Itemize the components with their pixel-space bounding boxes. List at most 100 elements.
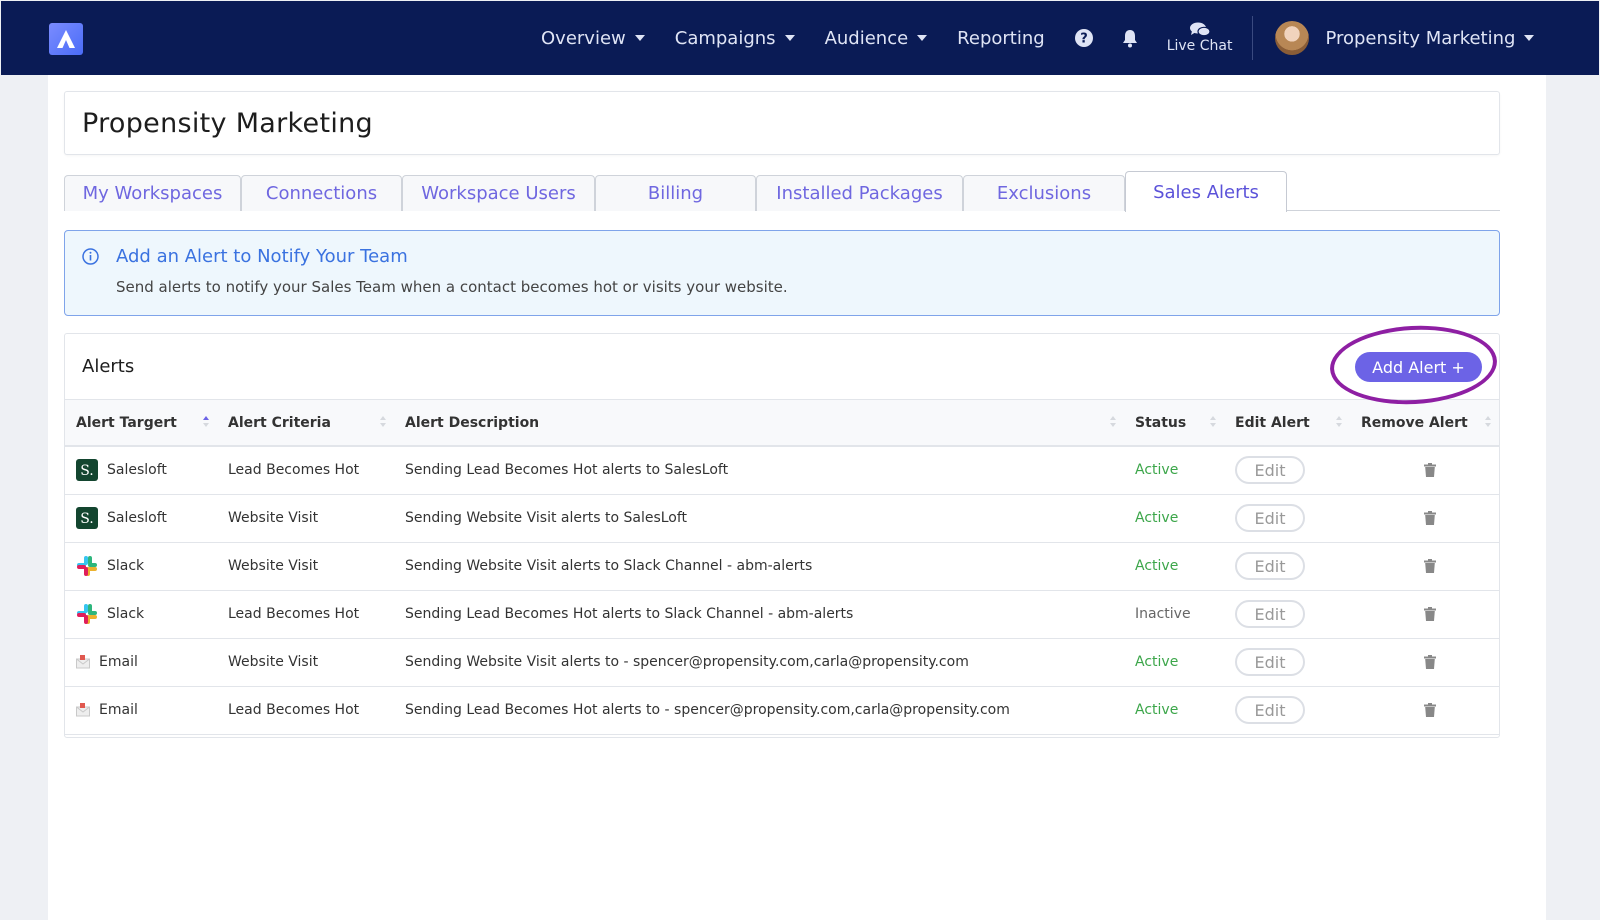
chevron-down-icon: [1524, 35, 1535, 41]
chat-bubbles-icon: [1189, 22, 1211, 37]
column-header-edit[interactable]: Edit Alert: [1224, 400, 1350, 446]
sort-icon: [1485, 416, 1491, 428]
alerts-title: Alerts: [82, 356, 135, 377]
notifications-button[interactable]: [1121, 29, 1139, 48]
cell-target: Email: [65, 686, 217, 734]
cell-target: S. Salesloft: [65, 446, 217, 494]
info-title: Add an Alert to Notify Your Team: [116, 246, 408, 267]
sort-icon: [1336, 416, 1342, 428]
cell-remove: [1350, 590, 1499, 638]
user-menu[interactable]: Propensity Marketing: [1325, 27, 1535, 49]
column-header-target[interactable]: Alert Targert: [65, 400, 217, 446]
live-chat-label: Live Chat: [1166, 38, 1233, 54]
cell-remove: [1350, 542, 1499, 590]
target-label: Email: [99, 702, 138, 718]
svg-text:S.: S.: [80, 511, 94, 527]
app-logo[interactable]: [49, 23, 83, 55]
cell-target: Email: [65, 638, 217, 686]
salesloft-icon: S.: [76, 459, 98, 482]
column-header-label: Alert Description: [405, 414, 540, 431]
cell-description: Sending Website Visit alerts to - spence…: [405, 654, 969, 670]
column-header-label: Status: [1135, 414, 1187, 431]
tab-sales-alerts[interactable]: Sales Alerts: [1125, 171, 1287, 212]
nav-overview-label: Overview: [541, 27, 626, 49]
column-header-description[interactable]: Alert Description: [394, 400, 1124, 446]
alerts-table: Alert Targert Alert Criteria Alert Descr…: [65, 400, 1499, 735]
column-header-label: Alert Targert: [76, 414, 177, 431]
bell-icon: [1122, 29, 1137, 47]
table-header-row: Alert Targert Alert Criteria Alert Descr…: [65, 400, 1499, 446]
cell-target: Slack: [65, 542, 217, 590]
tab-connections[interactable]: Connections: [241, 175, 402, 211]
page-content: Propensity Marketing My Workspaces Conne…: [48, 75, 1546, 920]
column-header-label: Edit Alert: [1235, 414, 1310, 431]
cell-description: Sending Lead Becomes Hot alerts to Sales…: [405, 462, 729, 479]
cell-description: Sending Website Visit alerts to SalesLof…: [405, 510, 688, 526]
tab-billing[interactable]: Billing: [595, 175, 756, 211]
column-header-remove[interactable]: Remove Alert: [1350, 400, 1499, 446]
edit-alert-button[interactable]: Edit: [1235, 552, 1305, 580]
alerts-header: Alerts Add Alert +: [65, 321, 1499, 409]
cell-edit: Edit: [1224, 446, 1350, 494]
cell-criteria: Lead Becomes Hot: [228, 606, 360, 622]
add-alert-button[interactable]: Add Alert +: [1355, 352, 1482, 382]
trash-icon: [1424, 559, 1436, 573]
column-header-status[interactable]: Status: [1124, 400, 1224, 446]
user-avatar[interactable]: [1275, 21, 1310, 55]
logo-a-icon: [57, 30, 75, 48]
edit-alert-button[interactable]: Edit: [1235, 648, 1305, 676]
nav-overview[interactable]: Overview: [541, 28, 645, 49]
email-icon: [76, 703, 90, 717]
column-header-label: Remove Alert: [1361, 414, 1468, 431]
cell-criteria: Lead Becomes Hot: [228, 702, 360, 718]
live-chat-button[interactable]: Live Chat: [1166, 22, 1233, 54]
cell-edit: Edit: [1224, 638, 1350, 686]
nav-audience[interactable]: Audience: [825, 28, 928, 49]
status-badge: Active: [1135, 654, 1179, 670]
slack-icon: [76, 555, 98, 577]
remove-alert-button[interactable]: [1361, 607, 1499, 621]
svg-text:S.: S.: [80, 463, 94, 479]
user-name-label: Propensity Marketing: [1325, 27, 1516, 49]
cell-remove: [1350, 446, 1499, 494]
help-button[interactable]: ?: [1074, 29, 1093, 47]
edit-alert-button[interactable]: Edit: [1235, 456, 1305, 485]
remove-alert-button[interactable]: [1361, 655, 1499, 669]
remove-alert-button[interactable]: [1361, 463, 1499, 478]
table-row: Slack Lead Becomes Hot Sending Lead Beco…: [65, 590, 1499, 638]
table-row: Email Lead Becomes Hot Sending Lead Beco…: [65, 686, 1499, 734]
table-row: S. Salesloft Lead Becomes Hot Sending Le…: [65, 446, 1499, 494]
email-icon: [76, 655, 90, 669]
cell-target: S. Salesloft: [65, 494, 217, 542]
sort-icon: [1110, 416, 1116, 428]
tab-workspace-users[interactable]: Workspace Users: [402, 175, 595, 211]
status-badge: Active: [1135, 510, 1179, 526]
nav-reporting[interactable]: Reporting: [957, 28, 1045, 49]
table-row: Email Website Visit Sending Website Visi…: [65, 638, 1499, 686]
top-navbar: Overview Campaigns Audience Reporting ?: [1, 1, 1599, 75]
edit-alert-button[interactable]: Edit: [1235, 600, 1305, 628]
cell-criteria: Lead Becomes Hot: [228, 462, 360, 479]
edit-alert-button[interactable]: Edit: [1235, 696, 1305, 724]
tab-installed-packages[interactable]: Installed Packages: [756, 175, 963, 211]
alerts-card: Alerts Add Alert + Alert Targert Alert C…: [64, 321, 1500, 738]
cell-edit: Edit: [1224, 590, 1350, 638]
cell-description: Sending Lead Becomes Hot alerts to Slack…: [405, 606, 854, 622]
cell-criteria: Website Visit: [228, 654, 319, 670]
tab-my-workspaces[interactable]: My Workspaces: [64, 175, 241, 211]
nav-campaigns[interactable]: Campaigns: [675, 28, 795, 49]
nav-audience-label: Audience: [824, 27, 909, 49]
target-label: Salesloft: [107, 510, 167, 526]
status-badge: Active: [1135, 462, 1179, 479]
sort-icon: [1210, 416, 1216, 428]
remove-alert-button[interactable]: [1361, 559, 1499, 573]
nav-divider: [1252, 16, 1254, 60]
tab-exclusions[interactable]: Exclusions: [963, 175, 1125, 211]
cell-description: Sending Website Visit alerts to Slack Ch…: [405, 558, 813, 574]
remove-alert-button[interactable]: [1361, 703, 1499, 717]
nav-campaigns-label: Campaigns: [674, 27, 776, 49]
column-header-criteria[interactable]: Alert Criteria: [217, 400, 394, 446]
edit-alert-button[interactable]: Edit: [1235, 504, 1305, 532]
info-icon: [82, 248, 99, 265]
remove-alert-button[interactable]: [1361, 511, 1499, 525]
